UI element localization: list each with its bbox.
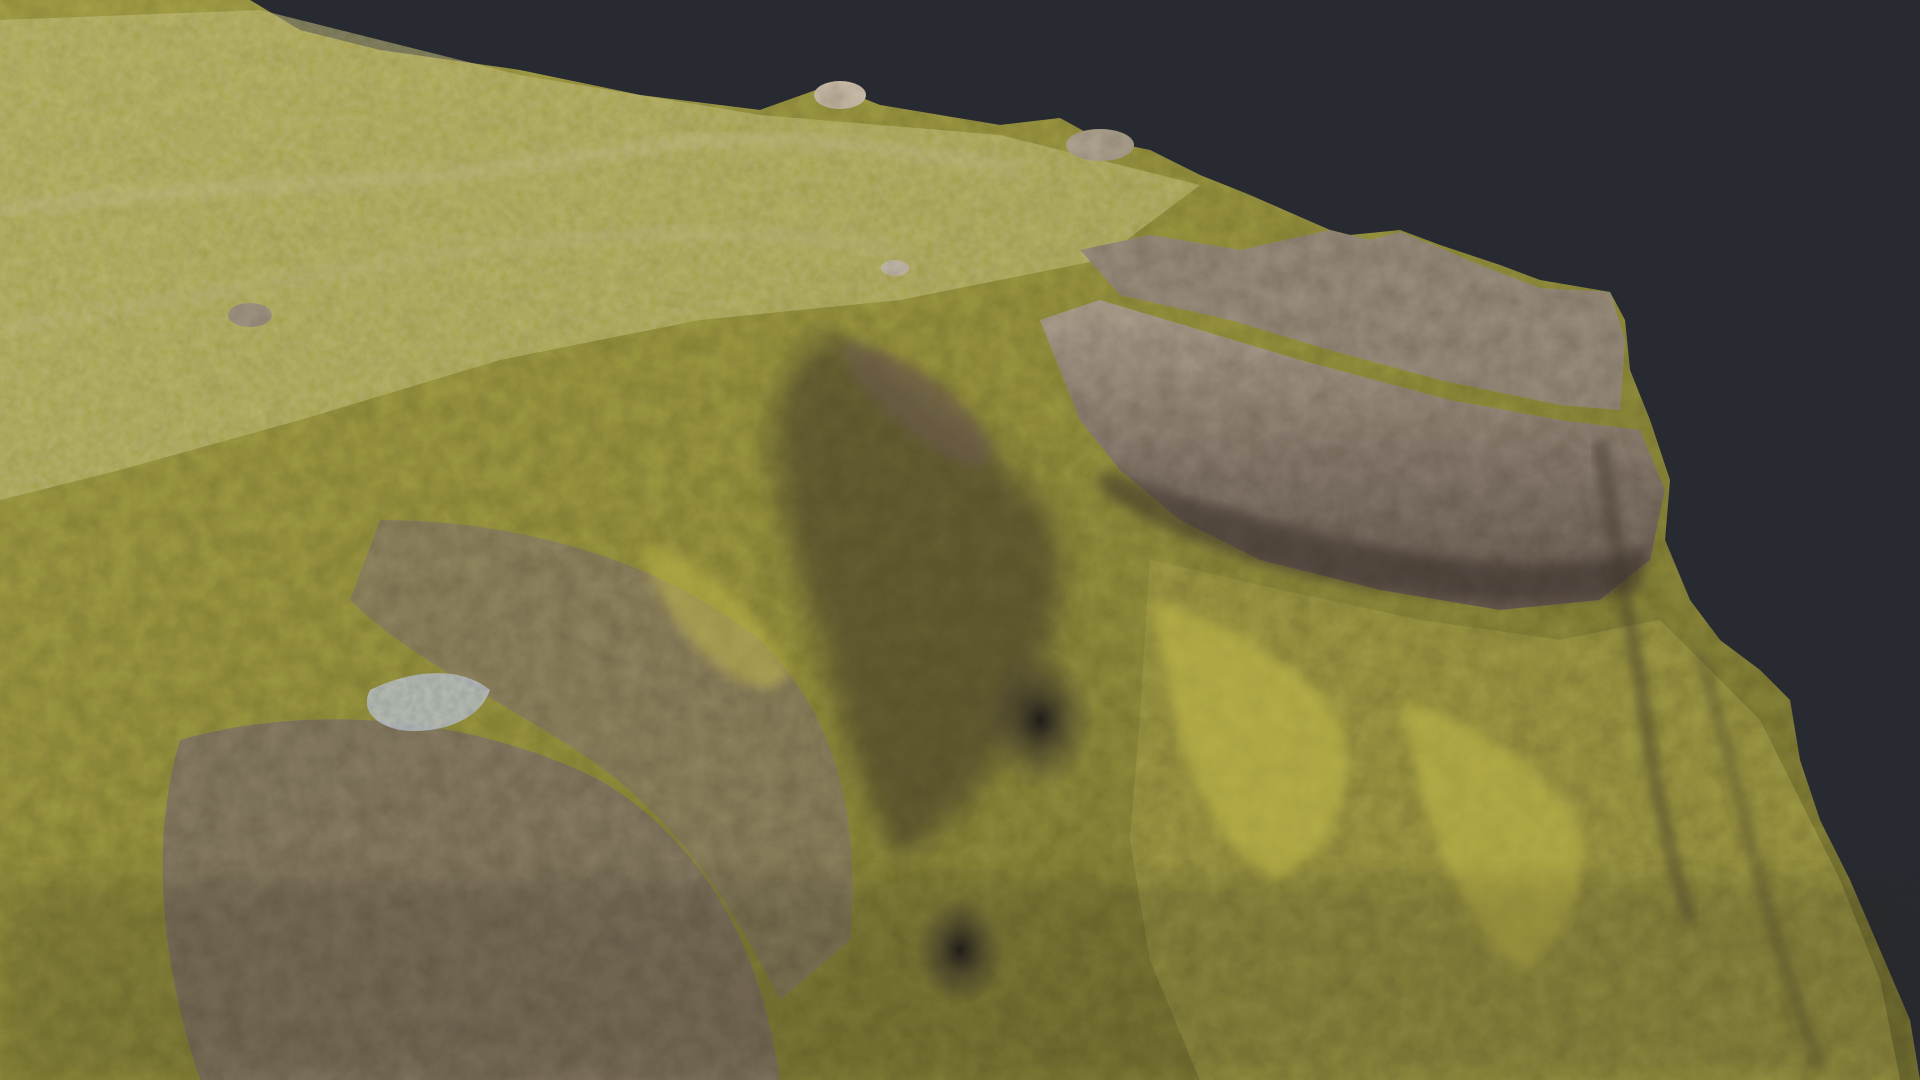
boulder <box>1066 129 1134 161</box>
rock-cliff-model[interactable] <box>0 0 1920 1080</box>
cave-opening <box>985 650 1095 790</box>
3d-viewport[interactable] <box>0 0 1920 1080</box>
boulder <box>228 303 272 327</box>
boulder <box>814 81 866 109</box>
bottom-shade <box>0 880 1920 1080</box>
boulder <box>881 260 909 276</box>
